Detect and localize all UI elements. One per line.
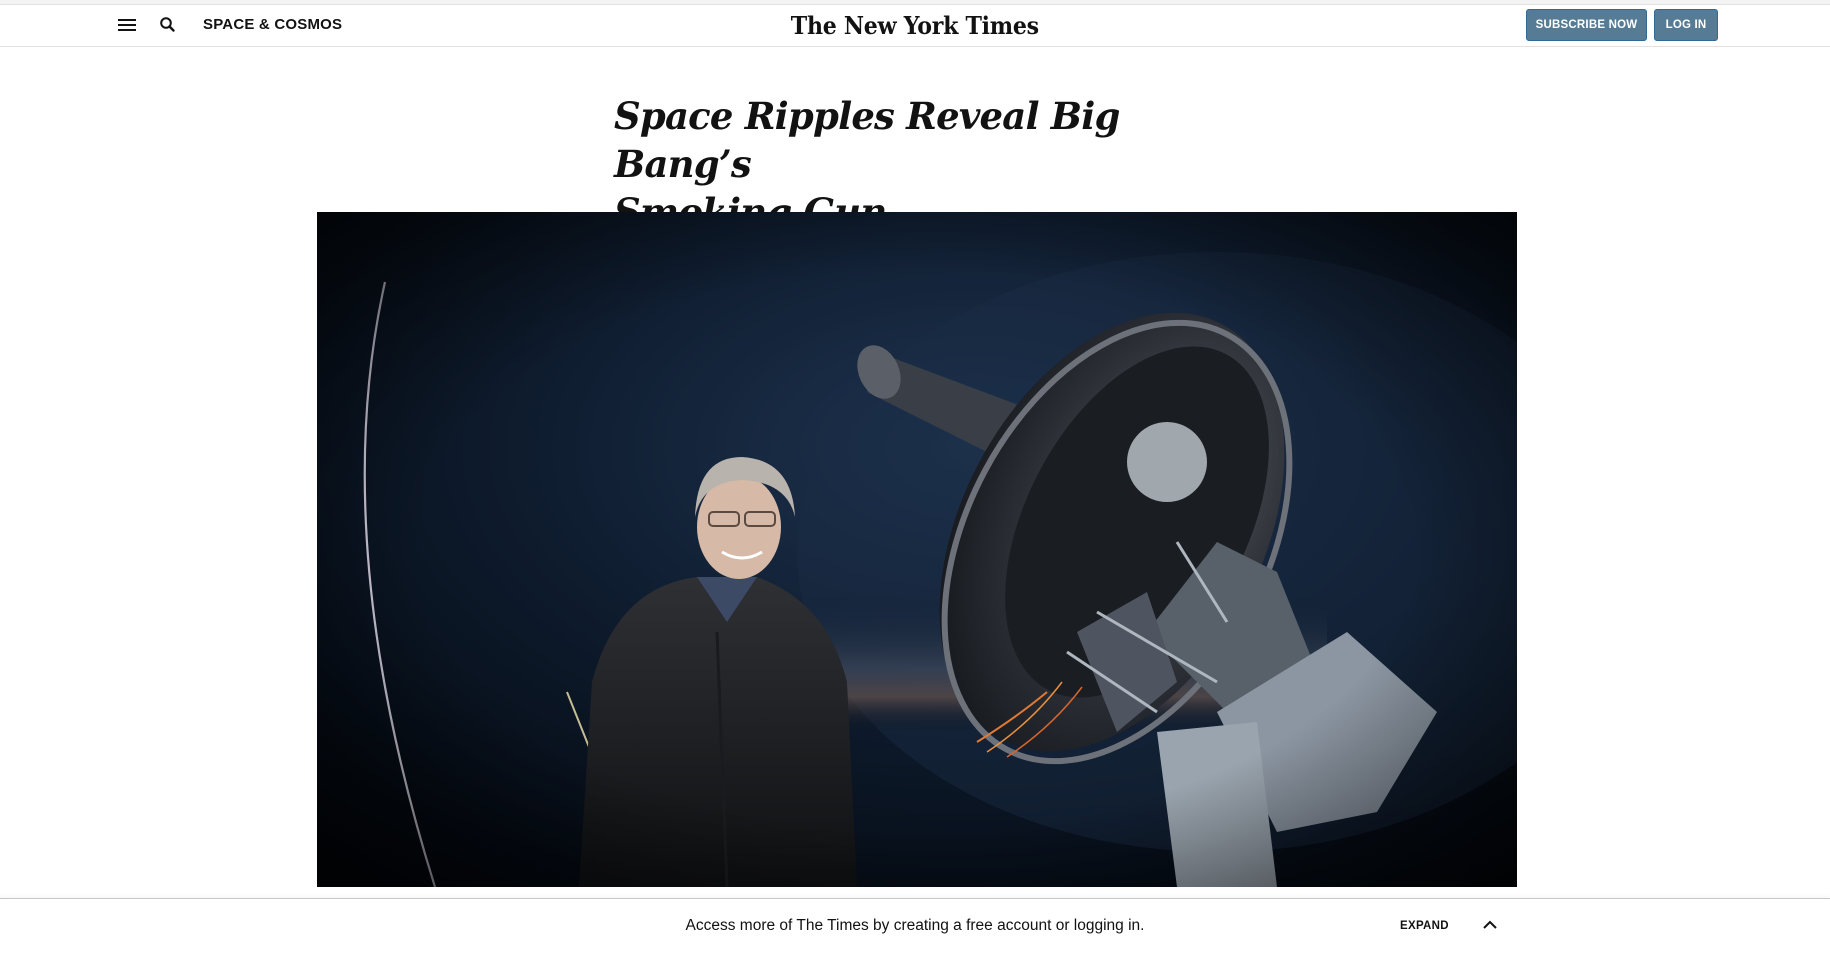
- chevron-up-icon[interactable]: [1480, 915, 1500, 935]
- site-header: SPACE & COSMOS The New York Times SUBSCR…: [0, 5, 1830, 47]
- subscribe-button[interactable]: SUBSCRIBE NOW: [1526, 9, 1647, 41]
- expand-button[interactable]: EXPAND: [1400, 920, 1449, 932]
- headline-line-1: Space Ripples Reveal Big Bang’s: [614, 94, 1120, 186]
- signup-message: Access more of The Times by creating a f…: [685, 917, 1145, 934]
- login-button[interactable]: LOG IN: [1654, 9, 1718, 41]
- bottom-signup-bar: Access more of The Times by creating a f…: [0, 898, 1830, 954]
- telescope-scientist-photo: [317, 212, 1517, 887]
- article-hero-image: [317, 212, 1517, 887]
